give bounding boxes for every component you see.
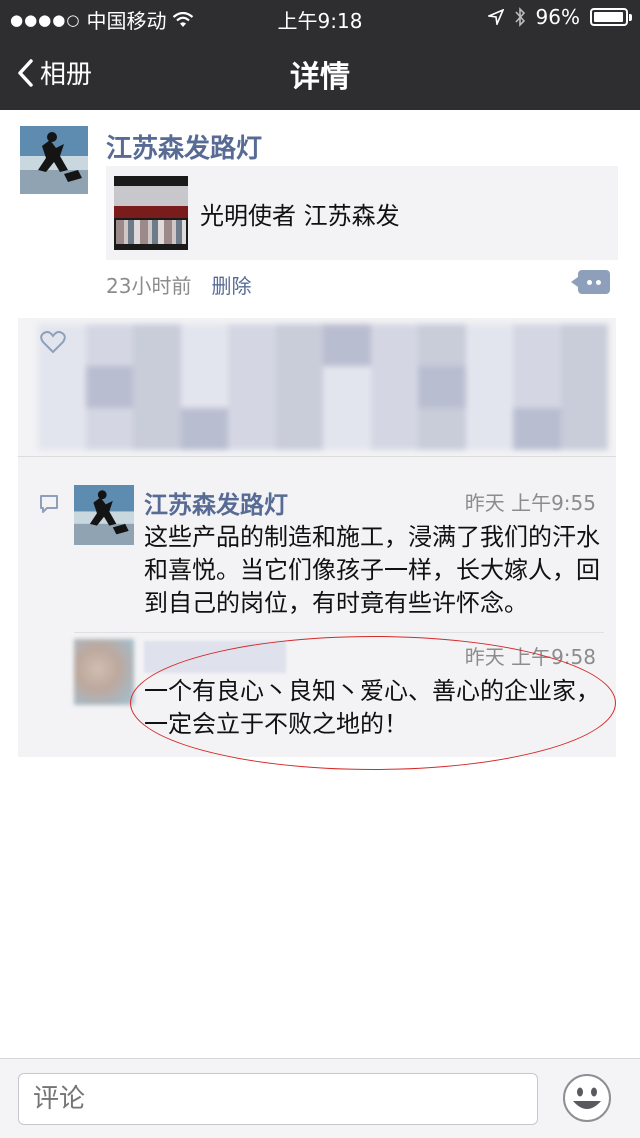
avatar-image	[20, 126, 88, 194]
comment-input-bar	[0, 1058, 640, 1138]
comment-time: 昨天 上午9:55	[464, 491, 596, 515]
comment-author-name[interactable]: 江苏森发路灯	[144, 485, 288, 520]
comments-section: 江苏森发路灯 昨天 上午9:55 这些产品的制造和施工，浸满了我们的汗水和喜悦。…	[18, 457, 616, 757]
comment-avatar[interactable]	[74, 485, 134, 545]
comment-time: 昨天 上午9:58	[464, 645, 596, 669]
comment-item[interactable]: 昨天 上午9:58 一个有良心丶良知丶爱心、善心的企业家，一定会立于不败之地的！	[74, 639, 604, 749]
avatar-image	[74, 485, 134, 545]
nav-bar: 相册 详情	[0, 34, 640, 110]
post-time: 23小时前	[106, 274, 192, 298]
battery-icon	[590, 8, 632, 26]
battery-fill	[594, 12, 623, 22]
comment-separator	[74, 632, 604, 633]
post-meta: 23小时前 删除	[106, 270, 251, 299]
location-icon	[487, 9, 504, 25]
shared-link-card[interactable]: 光明使者 江苏森发	[106, 166, 618, 260]
delete-button[interactable]: 删除	[211, 270, 251, 299]
comment-input[interactable]	[18, 1073, 538, 1125]
comment-text: 这些产品的制造和施工，浸满了我们的汗水和喜悦。当它们像孩子一样，长大嫁人，回到自…	[144, 523, 600, 617]
page-title: 详情	[290, 60, 350, 95]
battery-percent: 96%	[535, 5, 580, 29]
link-thumbnail	[114, 176, 188, 250]
bluetooth-icon	[514, 7, 525, 27]
likes-section	[18, 318, 616, 456]
comment-text: 一个有良心丶良知丶爱心、善心的企业家，一定会立于不败之地的！	[144, 677, 600, 738]
comment-icon	[40, 495, 58, 513]
link-title: 光明使者 江苏森发	[200, 201, 400, 230]
blurred-author-name[interactable]	[144, 641, 286, 673]
status-bar: ●●●●○ 中国移动 上午9:18 96%	[0, 0, 640, 34]
comment-actions-button[interactable]	[571, 270, 610, 294]
emoji-icon[interactable]	[562, 1073, 612, 1123]
pixelated-likes	[38, 324, 608, 450]
post-author-name[interactable]: 江苏森发路灯	[106, 128, 262, 165]
author-avatar[interactable]	[20, 126, 88, 194]
blurred-avatar[interactable]	[74, 639, 134, 705]
status-right: 96%	[487, 5, 632, 29]
heart-icon	[40, 331, 66, 354]
comment-item[interactable]: 江苏森发路灯 昨天 上午9:55 这些产品的制造和施工，浸满了我们的汗水和喜悦。…	[74, 485, 604, 617]
